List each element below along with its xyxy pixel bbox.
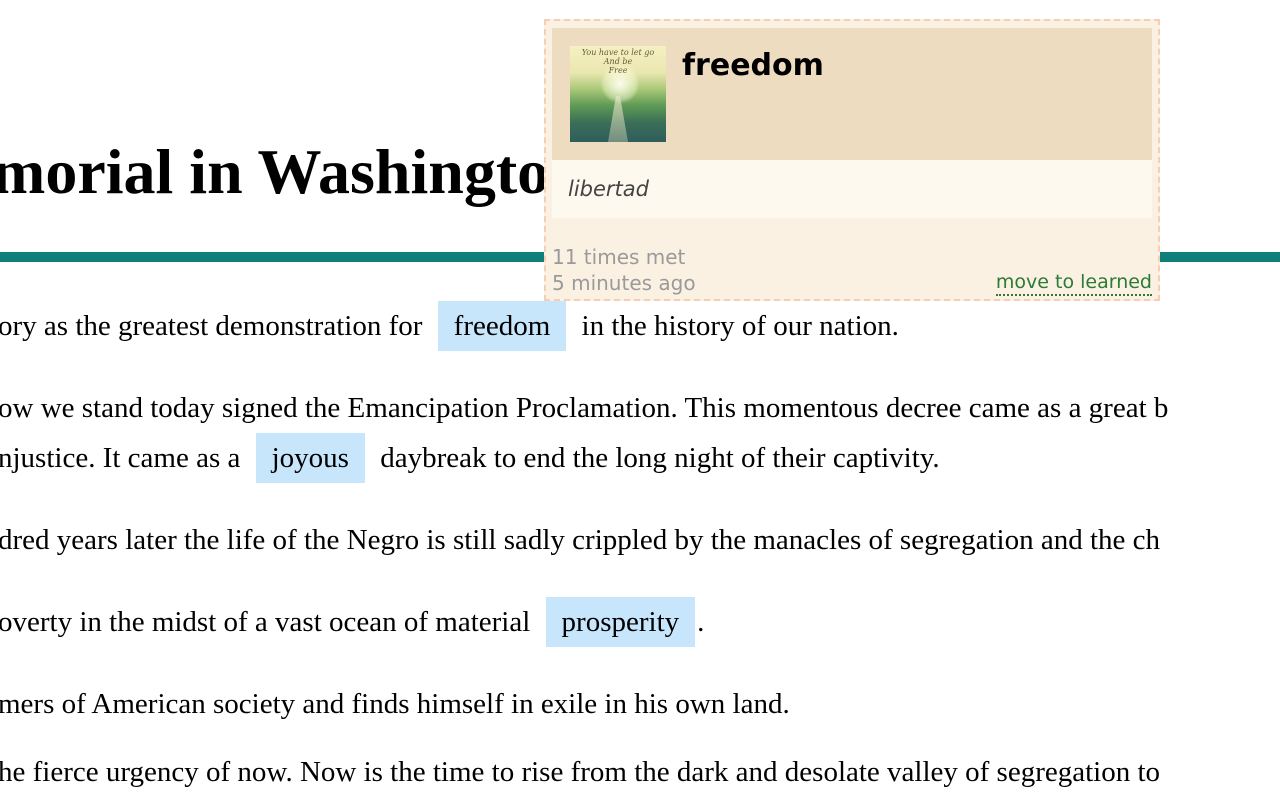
popup-word-title: freedom (682, 48, 824, 83)
paragraph-1: ory as the greatest demonstration for fr… (0, 301, 899, 351)
paragraph-text: njustice. It came as a (0, 442, 248, 474)
image-caption-line: And be (603, 57, 633, 66)
last-seen-time: 5 minutes ago (552, 271, 696, 295)
paragraph-text: mers of American society and finds himse… (0, 688, 790, 720)
highlighted-word-joyous[interactable]: joyous (255, 433, 365, 483)
times-met-count: 11 times met (552, 245, 686, 269)
paragraph-text: . (697, 606, 705, 638)
paragraph-text: ow we stand today signed the Emancipatio… (0, 392, 1169, 424)
paragraph-text: ory as the greatest demonstration for (0, 310, 430, 342)
popup-header: You have to let go And be Free freedom (552, 28, 1152, 160)
page-title: morial in Washington (0, 136, 585, 207)
paragraph-2-continued: njustice. It came as a joyous daybreak t… (0, 433, 940, 483)
word-popup-card: You have to let go And be Free freedom l… (544, 19, 1160, 301)
paragraph-text: dred years later the life of the Negro i… (0, 524, 1161, 556)
paragraph-6: he fierce urgency of now. Now is the tim… (0, 747, 1160, 797)
paragraph-text: daybreak to end the long night of their … (372, 442, 940, 474)
image-caption-line: Free (608, 66, 628, 75)
paragraph-text: he fierce urgency of now. Now is the tim… (0, 756, 1161, 788)
image-caption-line: You have to let go (581, 48, 655, 57)
paragraph-text: in the history of our nation. (574, 310, 899, 342)
paragraph-4: overty in the midst of a vast ocean of m… (0, 597, 704, 647)
paragraph-text: overty in the midst of a vast ocean of m… (0, 606, 538, 638)
translation-text: libertad (568, 177, 649, 201)
paragraph-2: ow we stand today signed the Emancipatio… (0, 383, 1168, 433)
highlighted-word-freedom[interactable]: freedom (437, 301, 567, 351)
paragraph-3: dred years later the life of the Negro i… (0, 515, 1160, 565)
move-to-learned-link[interactable]: move to learned (995, 270, 1152, 296)
paragraph-5: mers of American society and finds himse… (0, 679, 790, 729)
image-caption: You have to let go And be Free (570, 48, 666, 75)
word-image: You have to let go And be Free (570, 46, 666, 142)
highlighted-word-prosperity[interactable]: prosperity (545, 597, 696, 647)
translation-box: libertad (552, 160, 1152, 218)
